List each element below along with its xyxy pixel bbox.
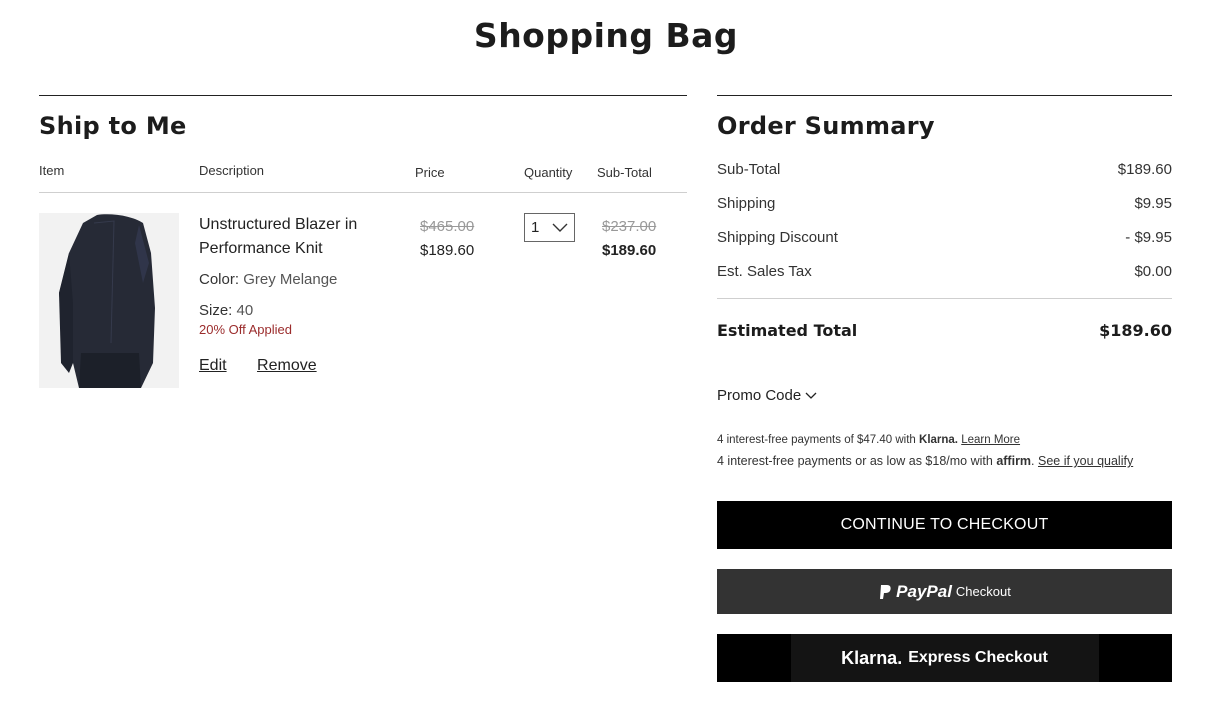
price-column: $465.00 $189.60 — [420, 215, 474, 263]
summary-row-shipping-discount: Shipping Discount - $9.95 — [717, 220, 1172, 254]
order-summary: Order Summary Sub-Total $189.60 Shipping… — [717, 95, 1172, 468]
summary-label: Sub-Total — [717, 160, 781, 178]
summary-value: $189.60 — [1117, 160, 1172, 178]
total-value: $189.60 — [1099, 321, 1172, 340]
remove-link[interactable]: Remove — [257, 357, 317, 374]
paypal-checkout-button[interactable]: PayPal Checkout — [717, 569, 1172, 614]
product-image[interactable] — [39, 213, 179, 388]
see-if-qualify-link[interactable]: See if you qualify — [1038, 454, 1133, 468]
item-subtotal: $189.60 — [602, 242, 657, 259]
promo-label: Promo Code — [717, 387, 802, 404]
continue-to-checkout-button[interactable]: CONTINUE TO CHECKOUT — [717, 501, 1172, 549]
klarna-button-inner: Klarna. Express Checkout — [790, 634, 1099, 682]
summary-label: Est. Sales Tax — [717, 262, 812, 280]
column-header-item: Item — [39, 163, 65, 178]
bag-section: Ship to Me Item Description Price Quanti… — [39, 95, 687, 180]
quantity-select[interactable]: 1 — [524, 213, 575, 242]
estimated-total: Estimated Total $189.60 — [717, 321, 1172, 340]
discount-note: 20% Off Applied — [199, 322, 292, 337]
section-divider — [39, 95, 687, 96]
product-color: Color: Grey Melange — [199, 271, 399, 288]
summary-row-subtotal: Sub-Total $189.60 — [717, 152, 1172, 186]
summary-value: - $9.95 — [1125, 228, 1172, 246]
subtotal-column: $237.00 $189.60 — [602, 215, 656, 263]
klarna-express-checkout-button[interactable]: Klarna. Express Checkout — [717, 634, 1172, 682]
klarna-financing-note: 4 interest-free payments of $47.40 with … — [717, 434, 1172, 446]
total-divider — [717, 298, 1172, 299]
summary-row-sales-tax: Est. Sales Tax $0.00 — [717, 254, 1172, 288]
summary-value: $0.00 — [1134, 262, 1172, 280]
checkout-label: CONTINUE TO CHECKOUT — [840, 516, 1049, 533]
product-name[interactable]: Unstructured Blazer in Performance Knit — [199, 213, 399, 261]
affirm-logo: affirm — [996, 454, 1032, 468]
header-divider — [39, 192, 687, 193]
klarna-express-text: Express Checkout — [908, 649, 1048, 666]
original-subtotal: $237.00 — [602, 218, 657, 235]
summary-title: Order Summary — [717, 112, 935, 140]
column-header-description: Description — [199, 163, 265, 178]
summary-row-shipping: Shipping $9.95 — [717, 186, 1172, 220]
total-label: Estimated Total — [717, 321, 858, 340]
klarna-note-text: 4 interest-free payments of $47.40 with — [717, 434, 916, 446]
chevron-down-icon — [805, 392, 817, 399]
sale-price: $189.60 — [420, 242, 475, 259]
paypal-icon — [880, 584, 891, 599]
affirm-financing-note: 4 interest-free payments or as low as $1… — [717, 454, 1134, 468]
affirm-note-text: 4 interest-free payments or as low as $1… — [717, 454, 993, 468]
summary-label: Shipping — [717, 194, 776, 212]
learn-more-link[interactable]: Learn More — [961, 434, 1020, 446]
column-headers: Item Description Price Quantity Sub-Tota… — [39, 140, 687, 180]
paypal-logo: PayPal — [896, 581, 952, 601]
edit-link[interactable]: Edit — [199, 357, 227, 374]
column-header-quantity: Quantity — [524, 165, 573, 180]
summary-value: $9.95 — [1134, 194, 1172, 212]
promo-code-toggle[interactable]: Promo Code — [717, 387, 1172, 404]
color-label: Color: — [199, 271, 240, 288]
product-size: Size: 40 — [199, 302, 399, 319]
color-value: Grey Melange — [243, 271, 338, 288]
chevron-down-icon — [552, 223, 568, 232]
klarna-logo: Klarna. — [841, 647, 903, 668]
summary-label: Shipping Discount — [717, 228, 838, 246]
summary-rows: Sub-Total $189.60 Shipping $9.95 Shippin… — [717, 152, 1172, 288]
column-header-subtotal: Sub-Total — [597, 165, 652, 180]
size-value: 40 — [236, 302, 254, 319]
klarna-logo: Klarna. — [919, 434, 959, 446]
size-label: Size: — [199, 302, 233, 319]
original-price: $465.00 — [420, 218, 475, 235]
item-actions: Edit Remove — [199, 357, 399, 375]
cart-item-row: Unstructured Blazer in Performance Knit … — [39, 213, 687, 389]
summary-divider — [717, 95, 1172, 96]
blazer-image-icon — [39, 213, 179, 388]
column-header-price: Price — [415, 165, 445, 180]
section-title: Ship to Me — [39, 112, 187, 140]
page-title: Shopping Bag — [473, 16, 739, 55]
paypal-checkout-text: Checkout — [955, 584, 1011, 599]
item-description: Unstructured Blazer in Performance Knit … — [199, 213, 399, 375]
quantity-value: 1 — [531, 219, 540, 236]
